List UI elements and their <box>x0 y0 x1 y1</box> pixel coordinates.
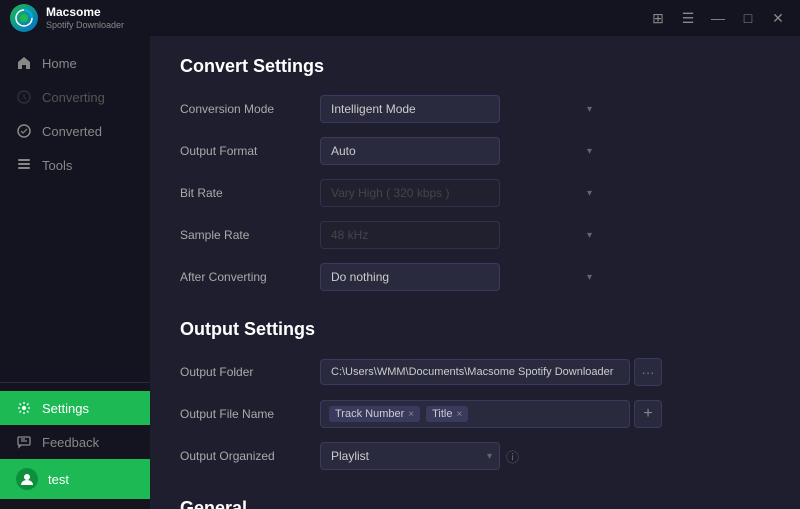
output-organized-label: Output Organized <box>180 449 320 463</box>
home-icon <box>16 55 32 71</box>
sidebar-item-converting: Converting <box>0 80 150 114</box>
output-folder-row: Output Folder ··· <box>180 358 770 386</box>
sidebar-item-feedback[interactable]: Feedback <box>0 425 150 459</box>
avatar <box>16 468 38 490</box>
bit-rate-select: Vary High ( 320 kbps ) <box>320 179 500 207</box>
feedback-icon <box>16 434 32 450</box>
sample-rate-label: Sample Rate <box>180 228 320 242</box>
chevron-down-icon: ▾ <box>587 104 592 115</box>
main-layout: Home Converting Converted <box>0 36 800 509</box>
bit-rate-select-wrapper: Vary High ( 320 kbps ) ▾ <box>320 179 600 207</box>
chevron-down-icon: ▾ <box>587 272 592 283</box>
sidebar-item-home[interactable]: Home <box>0 46 150 80</box>
output-organized-control: Playlist Artist Album None ▾ ⓘ <box>320 442 519 470</box>
output-filename-tags-input[interactable]: Track Number × Title × <box>320 400 630 428</box>
content-area: Convert Settings Conversion Mode Intelli… <box>150 36 800 509</box>
convert-settings-section: Convert Settings Conversion Mode Intelli… <box>180 56 770 291</box>
app-name: Macsome Spotify Downloader <box>46 6 124 29</box>
output-format-control: Auto MP3 AAC WAV FLAC ▾ <box>320 137 600 165</box>
bit-rate-row: Bit Rate Vary High ( 320 kbps ) ▾ <box>180 179 770 207</box>
window-controls: ⊞ ☰ — □ ✕ <box>646 6 790 30</box>
browse-folder-button[interactable]: ··· <box>634 358 662 386</box>
conversion-mode-label: Conversion Mode <box>180 102 320 116</box>
output-format-select-wrapper: Auto MP3 AAC WAV FLAC ▾ <box>320 137 600 165</box>
general-section: General Appearance Dark Light System ▾ <box>180 498 770 509</box>
track-number-tag: Track Number × <box>329 406 420 422</box>
bit-rate-control: Vary High ( 320 kbps ) ▾ <box>320 179 600 207</box>
output-organized-select-wrapper: Playlist Artist Album None ▾ <box>320 442 500 470</box>
remove-title-tag[interactable]: × <box>457 409 463 420</box>
converting-icon <box>16 89 32 105</box>
close-button[interactable]: ✕ <box>766 6 790 30</box>
output-folder-input[interactable] <box>320 359 630 385</box>
chevron-down-icon: ▾ <box>587 230 592 241</box>
output-format-label: Output Format <box>180 144 320 158</box>
output-filename-row: Output File Name Track Number × Title × … <box>180 400 770 428</box>
conversion-mode-select-wrapper: Intelligent Mode YouTube Mode ▾ <box>320 95 600 123</box>
output-format-row: Output Format Auto MP3 AAC WAV FLAC ▾ <box>180 137 770 165</box>
output-filename-label: Output File Name <box>180 407 320 421</box>
grid-view-button[interactable]: ⊞ <box>646 6 670 30</box>
info-icon[interactable]: ⓘ <box>506 447 519 466</box>
sidebar-bottom: Settings Feedback <box>0 382 150 499</box>
tools-icon <box>16 157 32 173</box>
sidebar-item-tools[interactable]: Tools <box>0 148 150 182</box>
user-profile[interactable]: test <box>0 459 150 499</box>
conversion-mode-select[interactable]: Intelligent Mode YouTube Mode <box>320 95 500 123</box>
sidebar-item-settings[interactable]: Settings <box>0 391 150 425</box>
output-settings-title: Output Settings <box>180 319 770 340</box>
chevron-down-icon: ▾ <box>587 188 592 199</box>
bit-rate-label: Bit Rate <box>180 186 320 200</box>
chevron-down-icon: ▾ <box>587 146 592 157</box>
remove-track-number-tag[interactable]: × <box>408 409 414 420</box>
after-converting-select[interactable]: Do nothing Open output folder Shut down <box>320 263 500 291</box>
sample-rate-select-wrapper: 48 kHz 44.1 kHz ▾ <box>320 221 600 249</box>
general-title: General <box>180 498 770 509</box>
output-format-select[interactable]: Auto MP3 AAC WAV FLAC <box>320 137 500 165</box>
after-converting-label: After Converting <box>180 270 320 284</box>
sidebar-item-converted[interactable]: Converted <box>0 114 150 148</box>
title-bar: Macsome Spotify Downloader ⊞ ☰ — □ ✕ <box>0 0 800 36</box>
title-tag: Title × <box>426 406 468 422</box>
output-filename-control: Track Number × Title × + <box>320 400 770 428</box>
minimize-button[interactable]: — <box>706 6 730 30</box>
sample-rate-control: 48 kHz 44.1 kHz ▾ <box>320 221 600 249</box>
convert-settings-title: Convert Settings <box>180 56 770 77</box>
conversion-mode-control: Intelligent Mode YouTube Mode ▾ <box>320 95 600 123</box>
after-converting-control: Do nothing Open output folder Shut down … <box>320 263 600 291</box>
settings-icon <box>16 400 32 416</box>
output-organized-row: Output Organized Playlist Artist Album N… <box>180 442 770 470</box>
app-branding: Macsome Spotify Downloader <box>10 4 124 32</box>
sample-rate-row: Sample Rate 48 kHz 44.1 kHz ▾ <box>180 221 770 249</box>
output-organized-select[interactable]: Playlist Artist Album None <box>320 442 500 470</box>
menu-button[interactable]: ☰ <box>676 6 700 30</box>
output-folder-control: ··· <box>320 358 770 386</box>
output-settings-section: Output Settings Output Folder ··· Output… <box>180 319 770 470</box>
app-logo <box>10 4 38 32</box>
converted-icon <box>16 123 32 139</box>
add-filename-tag-button[interactable]: + <box>634 400 662 428</box>
output-folder-label: Output Folder <box>180 365 320 379</box>
conversion-mode-row: Conversion Mode Intelligent Mode YouTube… <box>180 95 770 123</box>
sidebar: Home Converting Converted <box>0 36 150 509</box>
sample-rate-select: 48 kHz 44.1 kHz <box>320 221 500 249</box>
after-converting-select-wrapper: Do nothing Open output folder Shut down … <box>320 263 600 291</box>
after-converting-row: After Converting Do nothing Open output … <box>180 263 770 291</box>
maximize-button[interactable]: □ <box>736 6 760 30</box>
